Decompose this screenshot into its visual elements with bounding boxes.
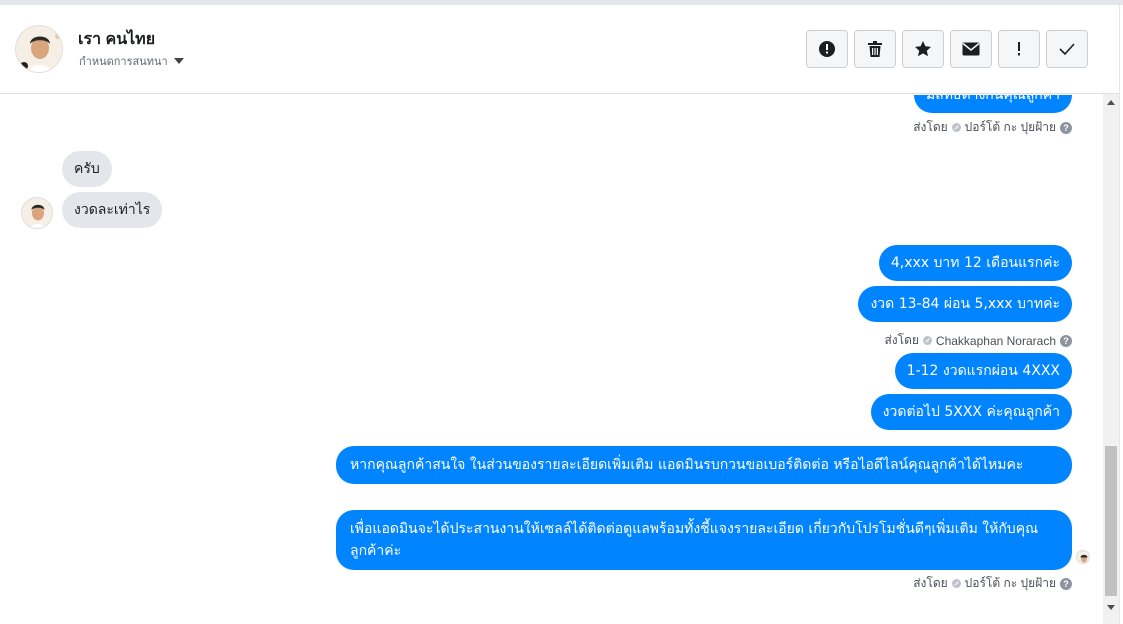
verified-icon [922,336,932,345]
mark-unread-button[interactable] [950,30,992,68]
sent-by-agent: Chakkaphan Norarach [935,333,1056,348]
conversation-header: เรา คนไทย กำหนดการสนทนา [0,5,1119,94]
star-icon [915,41,931,57]
verified-icon [951,579,961,588]
sent-by-label: ส่งโดย ปอร์โต้ กะ ปุยฝ้าย ? [913,118,1072,137]
message-scrollbar[interactable] [1103,94,1119,624]
sent-by-prefix: ส่งโดย [884,333,919,347]
message-bubble-outgoing: เพื่อแอดมินจะได้ประสานงานให้เซลล์ได้ติดต… [336,510,1072,570]
contact-name[interactable]: เรา คนไทย [78,27,155,52]
conversation-toolbar [806,30,1088,68]
conversation-window: เรา คนไทย กำหนดการสนทนา มีสิทธิ์ต่างกันค… [0,0,1123,624]
sent-by-label: ส่งโดย Chakkaphan Norarach ? [884,331,1072,350]
sent-by-agent: ปอร์โต้ กะ ปุยฝ้าย [964,120,1056,134]
envelope-icon [962,42,980,56]
message-bubble-outgoing: มีสิทธิ์ต่างกันคุณลูกค้า [913,95,1072,113]
help-icon[interactable]: ? [1060,334,1072,347]
help-icon[interactable]: ? [1060,577,1072,590]
sent-by-prefix: ส่งโดย [913,576,948,590]
message-bubble-outgoing: หากคุณลูกค้าสนใจ ในส่วนของรายละเอียดเพิ่… [336,446,1072,484]
assign-conversation-dropdown[interactable]: กำหนดการสนทนา [79,52,184,70]
check-icon [1059,43,1075,56]
delete-button[interactable] [854,30,896,68]
trash-icon [868,41,882,57]
help-icon[interactable]: ? [1060,121,1072,134]
message-bubble-outgoing: 1-12 งวดแรกผ่อน 4XXX [894,353,1072,389]
sent-by-prefix: ส่งโดย [913,120,948,134]
message-bubble-incoming: ครับ [62,151,112,187]
user-avatar-icon [1077,552,1089,563]
contact-avatar[interactable] [15,25,63,73]
message-bubble-incoming: งวดละเท่าไร [62,192,163,228]
message-bubble-outgoing: 4,xxx บาท 12 เดือนแรกค่ะ [878,245,1072,281]
message-list: มีสิทธิ์ต่างกันคุณลูกค้า ส่งโดย ปอร์โต้ … [0,95,1103,624]
message-bubble-outgoing: งวดต่อไป 5XXX ค่ะคุณลูกค้า [870,394,1072,430]
verified-icon [951,123,961,132]
spam-button[interactable] [806,30,848,68]
scrollbar-thumb[interactable] [1105,446,1117,596]
alert-circle-icon [819,41,835,57]
user-avatar-icon [22,198,52,228]
seen-avatar [1076,550,1090,564]
assign-conversation-label: กำหนดการสนทนา [79,56,168,68]
contact-avatar-small [21,197,53,229]
scroll-down-icon[interactable] [1107,605,1115,610]
user-avatar-icon [16,26,62,72]
scroll-up-icon[interactable] [1107,100,1115,105]
sent-by-agent: ปอร์โต้ กะ ปุยฝ้าย [964,576,1056,590]
right-border [1119,0,1120,624]
sent-by-label: ส่งโดย ปอร์โต้ กะ ปุยฝ้าย ? [913,574,1072,593]
exclamation-icon [1018,42,1020,56]
message-bubble-outgoing: งวด 13-84 ผ่อน 5,xxx บาทค่ะ [858,286,1072,322]
important-button[interactable] [998,30,1040,68]
done-button[interactable] [1046,30,1088,68]
caret-down-icon [173,58,184,64]
star-button[interactable] [902,30,944,68]
